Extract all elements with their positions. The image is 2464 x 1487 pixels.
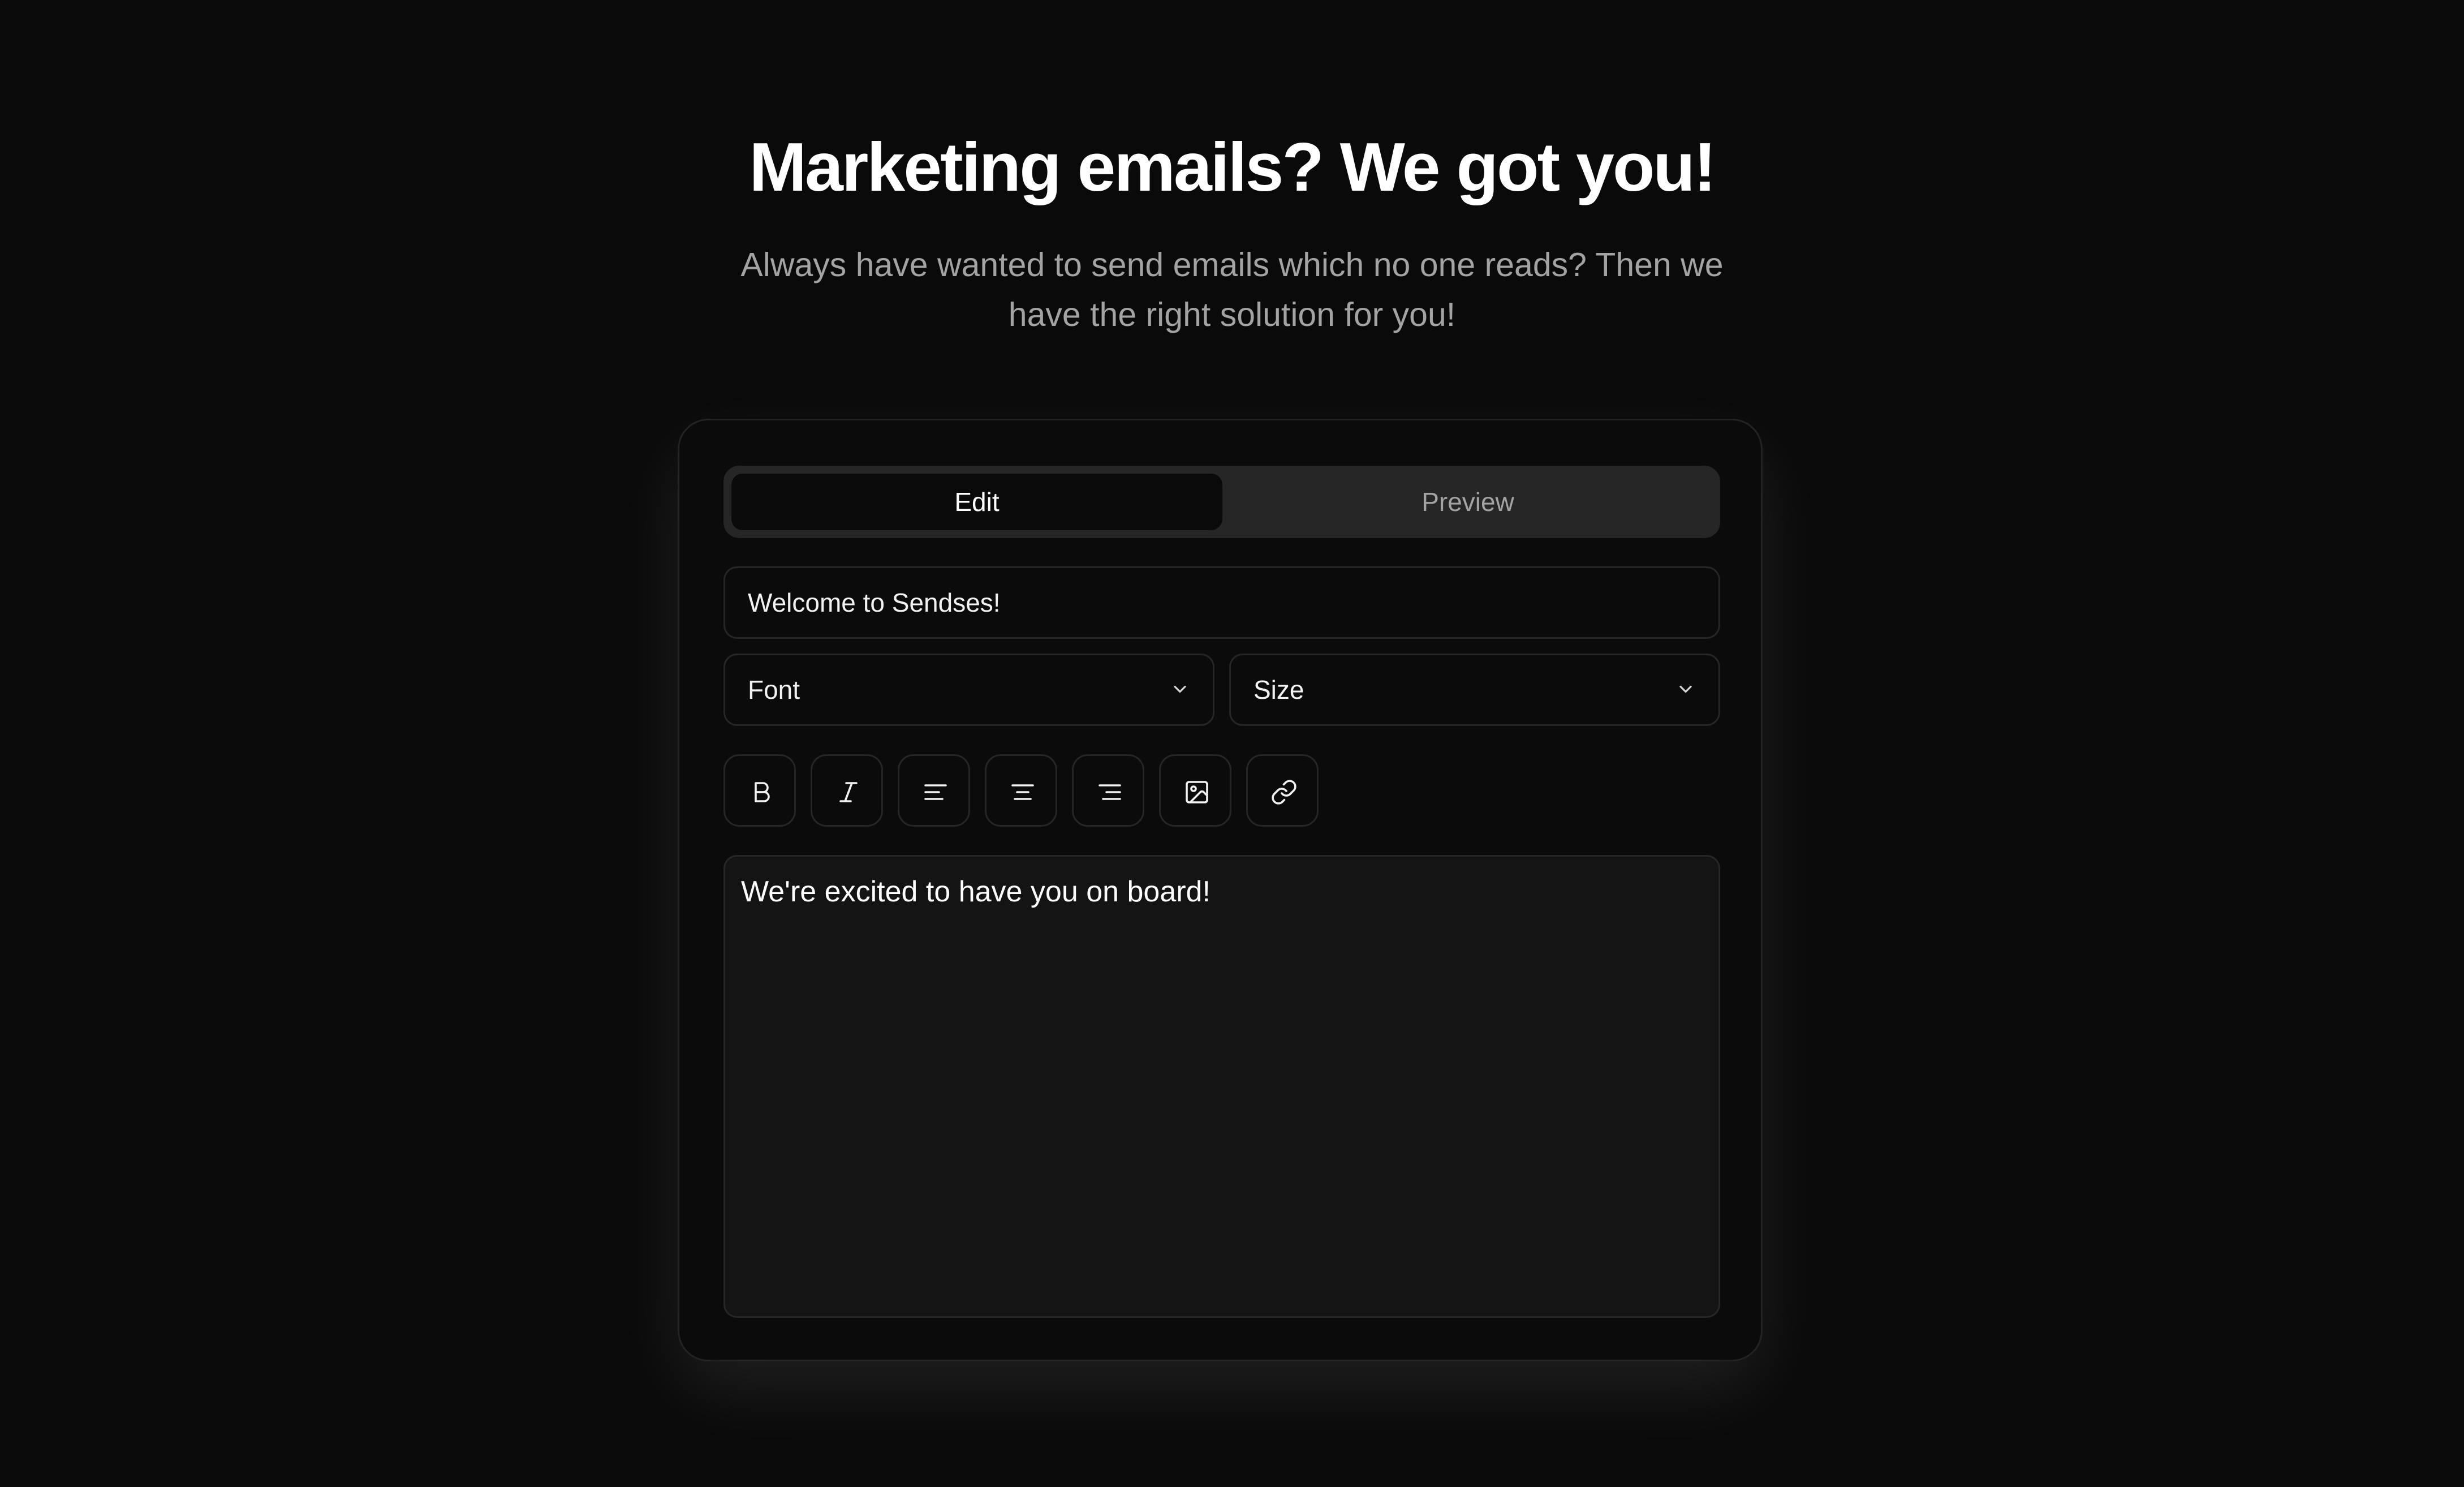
align-left-button[interactable]	[898, 754, 970, 827]
align-right-icon	[1099, 784, 1121, 800]
email-body-editor[interactable]: We're excited to have you on board!	[723, 855, 1720, 1318]
image-icon	[1186, 781, 1208, 803]
chevron-down-icon	[1174, 685, 1186, 693]
font-select-label: Font	[748, 675, 800, 704]
size-select[interactable]: Size	[1229, 654, 1720, 726]
italic-icon	[839, 782, 858, 802]
bold-button[interactable]	[723, 754, 796, 827]
align-right-button[interactable]	[1072, 754, 1144, 827]
subject-input[interactable]: Welcome to Sendses!	[723, 566, 1720, 639]
italic-button[interactable]	[811, 754, 883, 827]
tab-preview[interactable]: Preview	[1222, 474, 1713, 530]
page-title: Marketing emails? We got you!	[749, 128, 1716, 205]
size-select-label: Size	[1253, 675, 1304, 704]
align-left-icon	[924, 784, 947, 800]
mode-tabs: Edit Preview	[723, 466, 1720, 538]
insert-link-button[interactable]	[1246, 754, 1319, 827]
page-subtitle: Always have wanted to send emails which …	[740, 246, 1724, 333]
page: Marketing emails? We got you! Always hav…	[0, 0, 2464, 1487]
hero: Marketing emails? We got you! Always hav…	[0, 119, 2464, 339]
tab-edit[interactable]: Edit	[731, 474, 1222, 530]
bold-icon	[755, 782, 770, 802]
align-center-icon	[1011, 784, 1034, 800]
align-center-button[interactable]	[985, 754, 1057, 827]
font-select[interactable]: Font	[723, 654, 1214, 726]
chevron-down-icon	[1679, 685, 1692, 693]
insert-image-button[interactable]	[1159, 754, 1231, 827]
link-icon	[1272, 780, 1296, 805]
email-editor-card: Edit Preview Welcome to Sendses! Font Si…	[678, 419, 1763, 1361]
